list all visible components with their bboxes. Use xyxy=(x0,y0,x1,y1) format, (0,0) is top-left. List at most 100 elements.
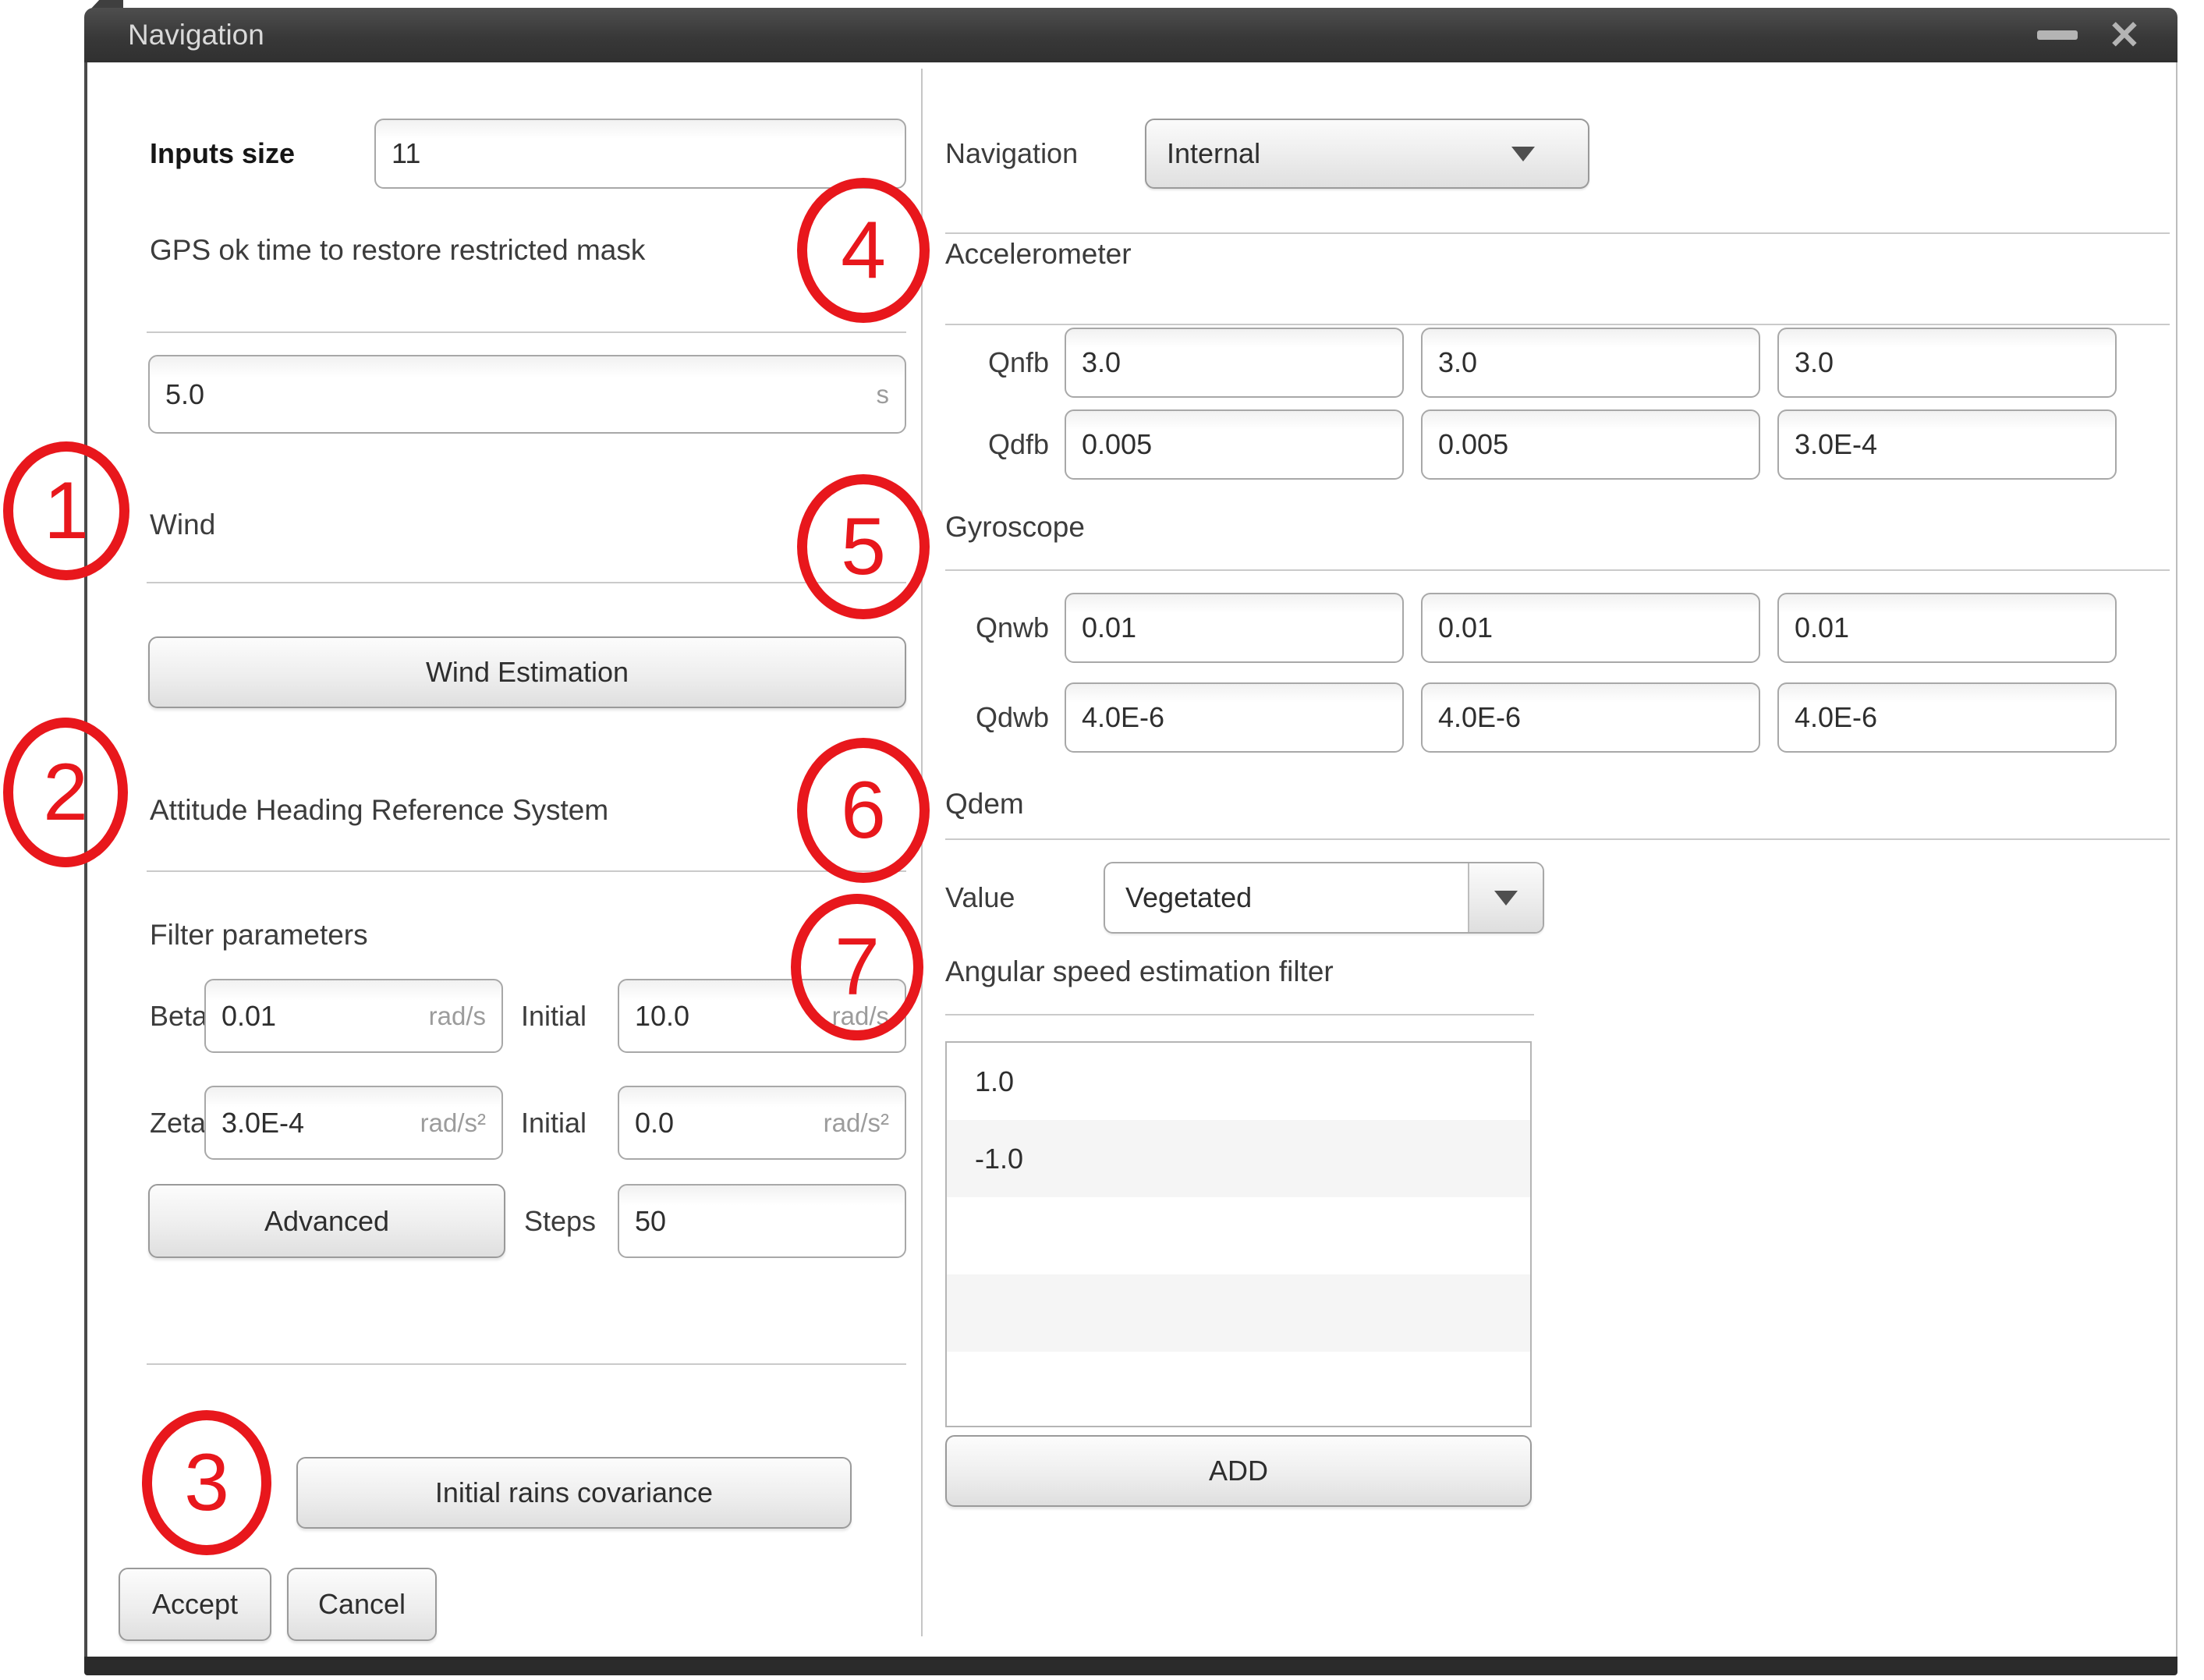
qdem-value-selected: Vegetated xyxy=(1105,863,1468,932)
initial-rains-covariance-label: Initial rains covariance xyxy=(435,1476,713,1509)
accelerometer-divider xyxy=(945,324,2170,325)
qnfb-label: Qnfb xyxy=(945,328,1049,398)
inputs-size-label: Inputs size xyxy=(150,119,295,189)
qdem-value-label: Value xyxy=(945,862,1015,934)
qnfb-field-1[interactable]: 3.0 xyxy=(1065,328,1404,398)
annotation-number-6: 6 xyxy=(841,764,886,857)
steps-field[interactable]: 50 xyxy=(618,1184,906,1258)
qnfb-value-3: 3.0 xyxy=(1795,346,2099,379)
close-button[interactable]: ✕ xyxy=(2103,8,2146,62)
accept-button-label: Accept xyxy=(152,1588,238,1621)
accelerometer-heading: Accelerometer xyxy=(945,238,1132,271)
beta-initial-label: Initial xyxy=(521,979,586,1053)
zeta-initial-label: Initial xyxy=(521,1086,586,1160)
beta-unit: rad/s xyxy=(429,1001,486,1031)
qnfb-value-2: 3.0 xyxy=(1438,346,1743,379)
wind-section-divider xyxy=(147,582,906,583)
zeta-initial-value: 0.0 xyxy=(635,1107,824,1139)
qdfb-field-2[interactable]: 0.005 xyxy=(1421,409,1760,480)
ahrs-section-heading: Attitude Heading Reference System xyxy=(150,794,608,827)
gps-time-value: 5.0 xyxy=(165,378,877,411)
advanced-button[interactable]: Advanced xyxy=(148,1184,505,1258)
list-item[interactable]: 1.0 xyxy=(947,1043,1530,1120)
qnwb-value-3: 0.01 xyxy=(1795,611,2099,644)
annotation-number-3: 3 xyxy=(184,1437,229,1529)
list-item[interactable]: -1.0 xyxy=(947,1120,1530,1197)
qnfb-value-1: 3.0 xyxy=(1082,346,1387,379)
list-item-value: 1.0 xyxy=(975,1065,1014,1098)
navigation-mode-dropdown[interactable]: Internal xyxy=(1145,119,1589,189)
accept-button[interactable]: Accept xyxy=(119,1568,271,1641)
steps-label: Steps xyxy=(524,1184,596,1258)
qnwb-value-1: 0.01 xyxy=(1082,611,1387,644)
zeta-label: Zeta xyxy=(150,1086,206,1160)
navigation-dialog: Navigation ✕ Inputs size 11 GPS ok time … xyxy=(84,8,2177,1675)
annotation-circle-5: 5 xyxy=(797,474,930,619)
left-bottom-divider xyxy=(147,1363,906,1365)
qdem-heading: Qdem xyxy=(945,788,1024,821)
close-icon: ✕ xyxy=(2108,12,2141,58)
add-button[interactable]: ADD xyxy=(945,1435,1532,1507)
annotation-circle-6: 6 xyxy=(797,738,930,883)
qdem-divider xyxy=(945,838,2170,840)
beta-value: 0.01 xyxy=(221,1000,429,1033)
qnwb-label: Qnwb xyxy=(945,593,1049,663)
navigation-row-divider xyxy=(945,232,2170,234)
qdfb-label: Qdfb xyxy=(945,409,1049,480)
screen: Navigation ✕ Inputs size 11 GPS ok time … xyxy=(0,0,2204,1680)
gps-time-unit: s xyxy=(877,380,890,409)
wind-estimation-button-label: Wind Estimation xyxy=(426,656,629,689)
chevron-down-icon xyxy=(1494,891,1518,906)
zeta-initial-field[interactable]: 0.0 rad/s² xyxy=(618,1086,906,1160)
window-title: Navigation xyxy=(128,8,264,62)
wind-section-heading: Wind xyxy=(150,509,215,541)
qnwb-field-2[interactable]: 0.01 xyxy=(1421,593,1760,663)
cancel-button-label: Cancel xyxy=(318,1588,406,1621)
inputs-size-field[interactable]: 11 xyxy=(374,119,906,189)
annotation-number-5: 5 xyxy=(841,501,886,594)
annotation-circle-1: 1 xyxy=(3,441,129,580)
angular-filter-heading: Angular speed estimation filter xyxy=(945,955,1334,988)
navigation-mode-label: Navigation xyxy=(945,119,1078,189)
annotation-circle-3: 3 xyxy=(142,1410,271,1555)
zeta-field[interactable]: 3.0E-4 rad/s² xyxy=(204,1086,503,1160)
window-controls: ✕ xyxy=(2036,8,2146,62)
qdem-value-dropdown[interactable]: Vegetated xyxy=(1104,862,1544,934)
cancel-button[interactable]: Cancel xyxy=(287,1568,437,1641)
qdwb-field-1[interactable]: 4.0E-6 xyxy=(1065,682,1404,753)
qnwb-field-1[interactable]: 0.01 xyxy=(1065,593,1404,663)
annotation-number-4: 4 xyxy=(841,204,886,297)
window-bottom-edge xyxy=(84,1657,2177,1675)
initial-rains-covariance-button[interactable]: Initial rains covariance xyxy=(296,1457,852,1529)
qdem-dropdown-arrow-button[interactable] xyxy=(1468,863,1543,932)
beta-field[interactable]: 0.01 rad/s xyxy=(204,979,503,1053)
zeta-value: 3.0E-4 xyxy=(221,1107,420,1139)
wind-estimation-button[interactable]: Wind Estimation xyxy=(148,636,906,708)
qdwb-field-3[interactable]: 4.0E-6 xyxy=(1777,682,2117,753)
filter-parameters-label: Filter parameters xyxy=(150,919,368,952)
qdwb-value-2: 4.0E-6 xyxy=(1438,701,1743,734)
zeta-initial-unit: rad/s² xyxy=(824,1108,889,1138)
qdwb-label: Qdwb xyxy=(945,682,1049,753)
steps-value: 50 xyxy=(635,1205,889,1238)
qnwb-field-3[interactable]: 0.01 xyxy=(1777,593,2117,663)
qnwb-value-2: 0.01 xyxy=(1438,611,1743,644)
minimize-button[interactable] xyxy=(2036,8,2079,62)
annotation-circle-4: 4 xyxy=(797,178,930,323)
qdfb-field-3[interactable]: 3.0E-4 xyxy=(1777,409,2117,480)
annotation-number-7: 7 xyxy=(834,921,880,1014)
qnfb-field-2[interactable]: 3.0 xyxy=(1421,328,1760,398)
gps-time-field[interactable]: 5.0 s xyxy=(148,355,906,434)
qnfb-field-3[interactable]: 3.0 xyxy=(1777,328,2117,398)
qdfb-field-1[interactable]: 0.005 xyxy=(1065,409,1404,480)
ahrs-section-divider xyxy=(147,870,906,872)
annotation-circle-2: 2 xyxy=(3,718,128,867)
annotation-number-2: 2 xyxy=(43,746,88,839)
add-button-label: ADD xyxy=(1209,1455,1268,1487)
angular-filter-list[interactable]: 1.0 -1.0 xyxy=(945,1041,1532,1427)
qdwb-field-2[interactable]: 4.0E-6 xyxy=(1421,682,1760,753)
list-item-value: -1.0 xyxy=(975,1143,1023,1175)
titlebar[interactable]: Navigation ✕ xyxy=(84,8,2177,62)
annotation-circle-7: 7 xyxy=(791,894,923,1040)
angular-filter-divider xyxy=(945,1014,1534,1015)
